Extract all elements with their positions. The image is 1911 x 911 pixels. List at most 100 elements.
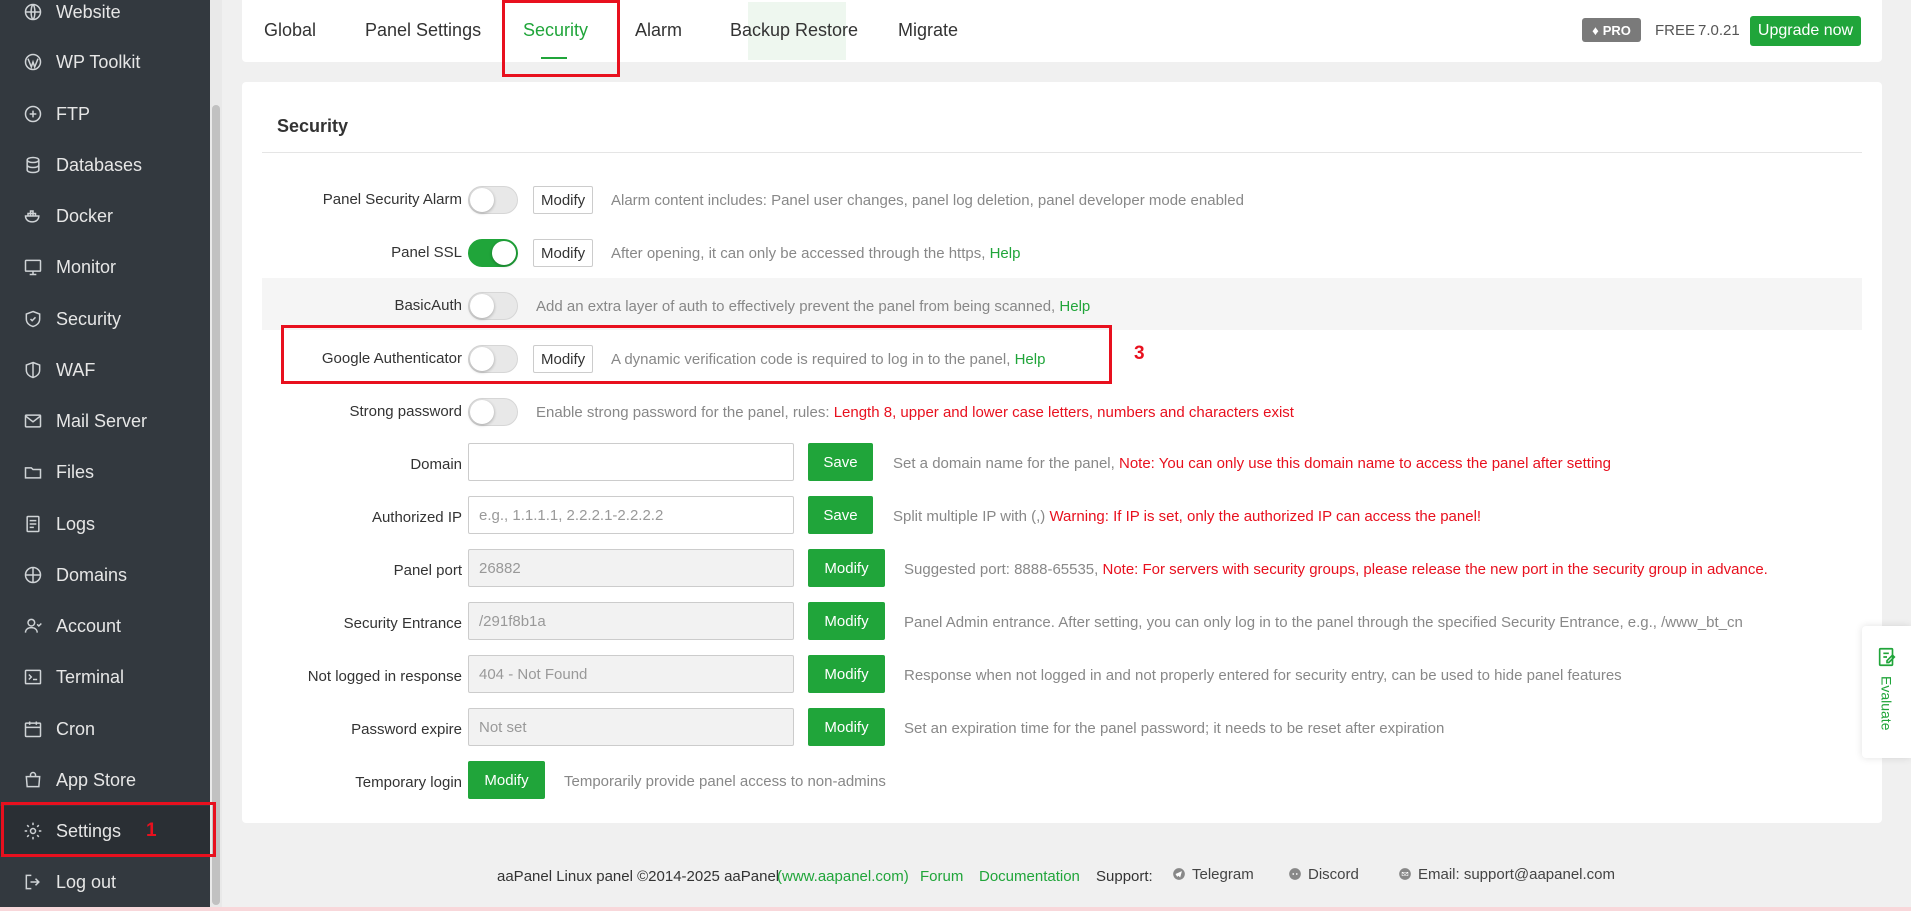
sidebar-item-label: Security [56,308,122,329]
entrance-label: Security Entrance [343,615,462,632]
divider [262,152,1862,153]
free-label: FREE [1655,22,1696,39]
sidebar-item-docker[interactable]: Docker [0,191,210,241]
sidebar-item-domains[interactable]: Domains [0,550,210,600]
sidebar-item-label: WAF [56,359,96,380]
database-icon [22,154,44,176]
tab-backup-restore[interactable]: Backup Restore [730,20,858,41]
sidebar-item-label: Mail Server [56,410,148,431]
basicauth-description: Add an extra layer of auth to effectivel… [536,298,1091,315]
sidebar-item-logs[interactable]: Logs [0,499,210,549]
tab-migrate[interactable]: Migrate [898,20,958,41]
ftp-icon [22,103,44,125]
sidebar-item-app-store[interactable]: App Store [0,755,210,805]
annotation-number-3: 3 [1134,343,1145,364]
notlogged-description: Response when not logged in and not prop… [904,667,1622,684]
pwexpire-label: Password expire [351,721,462,738]
tab-alarm[interactable]: Alarm [635,20,682,41]
port-modify-button[interactable]: Modify [808,549,885,587]
entrance-description: Panel Admin entrance. After setting, you… [904,614,1743,631]
footer-site-link[interactable]: (www.aapanel.com) [777,868,909,885]
edit-note-icon [1878,647,1896,667]
sidebar-item-waf[interactable]: WAF [0,345,210,395]
sidebar-item-databases[interactable]: Databases [0,140,210,190]
tab-global[interactable]: Global [264,20,316,41]
telegram-button[interactable]: Telegram [1162,858,1264,890]
docker-icon [22,205,44,227]
sidebar-item-label: Account [56,615,122,636]
alarm-label: Panel Security Alarm [322,191,462,208]
footer: aaPanel Linux panel ©2014-2025 aaPanel (… [242,850,1882,900]
sidebar-scrollbar[interactable] [210,0,222,911]
discord-button[interactable]: Discord [1278,858,1369,890]
domain-save-button[interactable]: Save [808,443,873,481]
alarm-modify-button[interactable]: Modify [533,186,594,214]
domain-description: Set a domain name for the panel, Note: Y… [893,455,1611,472]
ssl-help-link[interactable]: Help [990,245,1021,262]
port-input[interactable]: 26882 [468,549,794,587]
sidebar-item-label: Website [56,1,121,22]
email-button[interactable]: Email: support@aapanel.com [1388,858,1625,890]
sidebar-item-files[interactable]: Files [0,447,210,497]
ssl-description: After opening, it can only be accessed t… [611,245,1021,262]
shield-icon [22,308,44,330]
sidebar-item-terminal[interactable]: Terminal [0,652,210,702]
port-label: Panel port [393,562,462,579]
notlogged-modify-button[interactable]: Modify [808,655,885,693]
entrance-input[interactable]: /291f8b1a [468,602,794,640]
sidebar-item-label: FTP [56,103,90,124]
basicauth-label: BasicAuth [394,297,462,314]
sidebar-item-label: App Store [56,769,137,790]
sidebar-item-label: WP Toolkit [56,51,141,72]
upgrade-now-button[interactable]: Upgrade now [1750,16,1861,46]
sidebar-item-account[interactable]: Account [0,601,210,651]
sidebar-item-log-out[interactable]: Log out [0,857,210,907]
templogin-modify-button[interactable]: Modify [468,761,545,799]
alarm-description: Alarm content includes: Panel user chang… [611,192,1244,209]
footer-forum-link[interactable]: Forum [920,868,963,885]
pwexpire-input[interactable]: Not set [468,708,794,746]
sidebar-item-ftp[interactable]: FTP [0,89,210,139]
domain-label: Domain [410,456,462,473]
templogin-label: Temporary login [355,774,462,791]
scrollbar-thumb[interactable] [212,105,220,905]
evaluate-button[interactable]: Evaluate [1862,626,1911,758]
sidebar-item-label: Log out [56,871,117,892]
footer-docs-link[interactable]: Documentation [979,868,1080,885]
authip-save-button[interactable]: Save [808,496,873,534]
notlogged-input[interactable]: 404 - Not Found [468,655,794,693]
ssl-modify-button[interactable]: Modify [533,239,594,267]
sidebar-item-label: Logs [56,513,96,534]
tab-panel-settings[interactable]: Panel Settings [365,20,481,41]
domains-icon [22,564,44,586]
sidebar-item-cron[interactable]: Cron [0,704,210,754]
sidebar-item-monitor[interactable]: Monitor [0,242,210,292]
authip-input[interactable]: e.g., 1.1.1.1, 2.2.2.1-2.2.2.2 [468,496,794,534]
sidebar-item-security[interactable]: Security [0,294,210,344]
domain-input[interactable] [468,443,794,481]
monitor-icon [22,256,44,278]
strongpw-toggle[interactable] [468,398,518,426]
authip-description: Split multiple IP with (,) Warning: If I… [893,508,1482,525]
bottom-border [0,907,1911,911]
basicauth-help-link[interactable]: Help [1059,298,1090,315]
ssl-toggle[interactable] [468,239,518,267]
folder-icon [22,461,44,483]
sidebar-item-label: Domains [56,564,128,585]
pro-badge[interactable]: ♦ PRO [1582,18,1641,42]
alarm-toggle[interactable] [468,186,518,214]
sidebar-item-website[interactable]: Website [0,0,210,37]
annotation-box-2 [502,0,620,77]
entrance-modify-button[interactable]: Modify [808,602,885,640]
sidebar-item-label: Databases [56,154,143,175]
sidebar-item-label: Terminal [56,666,125,687]
sidebar-item-mail-server[interactable]: Mail Server [0,396,210,446]
templogin-description: Temporarily provide panel access to non-… [564,773,886,790]
authip-placeholder: e.g., 1.1.1.1, 2.2.2.1-2.2.2.2 [479,506,664,524]
sidebar-item-wp-toolkit[interactable]: WP Toolkit [0,37,210,87]
annotation-box-1 [1,802,216,857]
strongpw-label: Strong password [349,403,462,420]
basicauth-toggle[interactable] [468,292,518,320]
pwexpire-modify-button[interactable]: Modify [808,708,885,746]
mail-icon [22,410,44,432]
